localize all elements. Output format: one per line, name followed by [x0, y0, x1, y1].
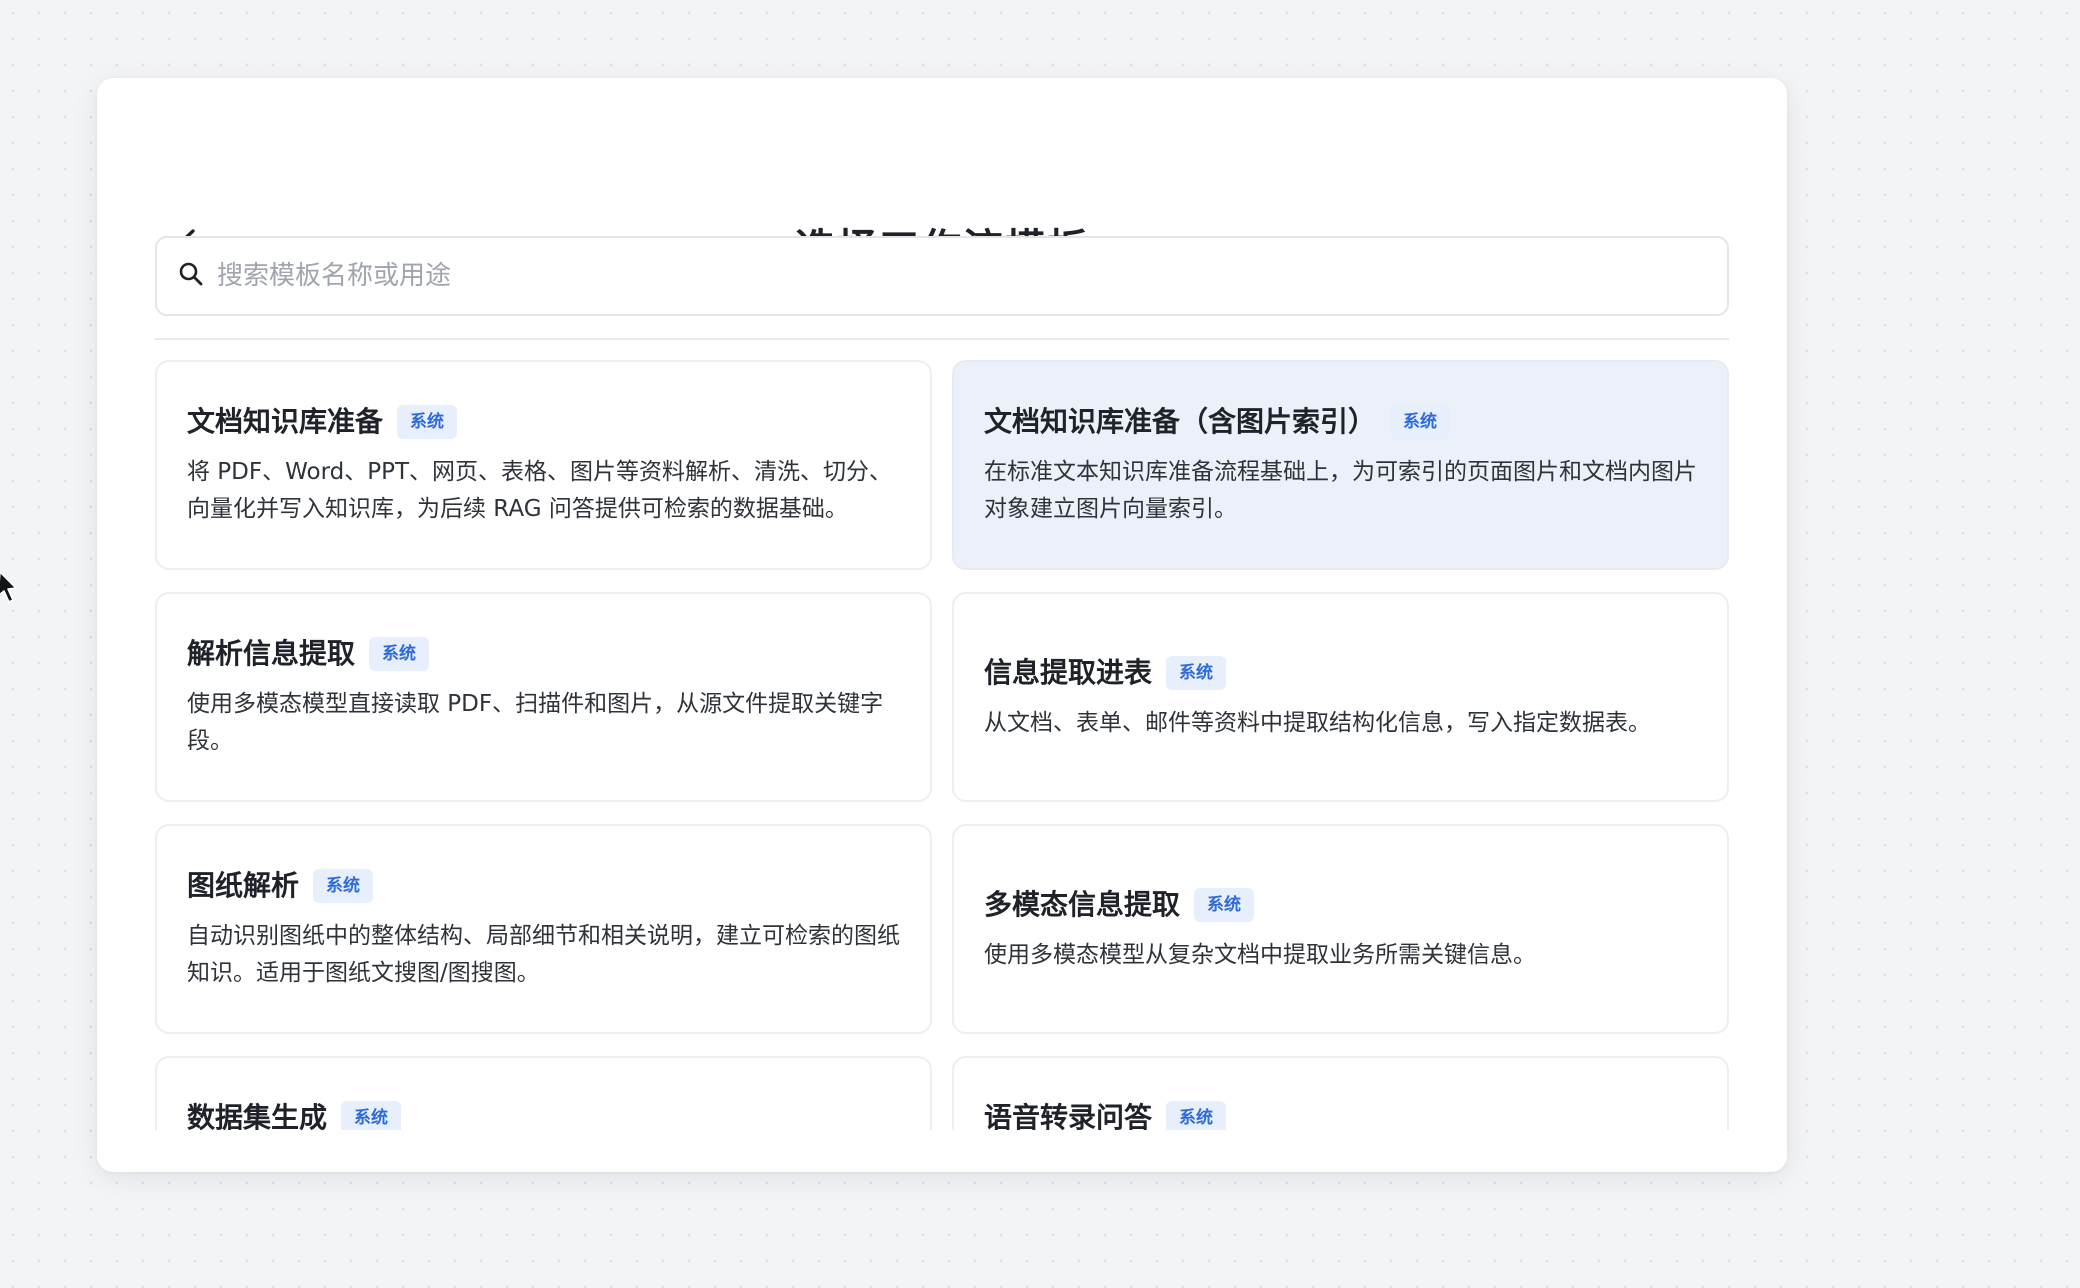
template-title: 信息提取进表	[984, 655, 1153, 689]
mouse-pointer-icon	[0, 571, 17, 603]
template-title: 多模态信息提取	[984, 887, 1181, 921]
search-box[interactable]	[155, 236, 1729, 316]
template-title: 图纸解析	[187, 869, 300, 902]
system-badge: 系统	[1390, 405, 1451, 439]
template-description: 从文档、表单、邮件等资料中提取结构化信息，写入指定数据表。	[984, 709, 1651, 736]
card-header: 多模态信息提取 系统	[984, 885, 1697, 925]
template-card-speech-transcription-qa[interactable]: 语音转录问答 系统	[952, 1056, 1729, 1130]
template-selection-dialog: 返回 选择工作流模板 文档知识库准备 系统 将 PDF、Word、PPT、网页、…	[97, 78, 1787, 1172]
system-badge: 系统	[313, 869, 374, 903]
dialog-header: 返回 选择工作流模板	[97, 78, 1787, 272]
system-badge: 系统	[1166, 655, 1227, 690]
divider	[155, 338, 1729, 340]
template-description: 将 PDF、Word、PPT、网页、表格、图片等资料解析、清洗、切分、向量化并写…	[187, 459, 893, 522]
template-title: 文档知识库准备（含图片索引）	[984, 405, 1377, 438]
template-card-document-kb[interactable]: 文档知识库准备 系统 将 PDF、Word、PPT、网页、表格、图片等资料解析、…	[155, 360, 932, 570]
template-grid: 文档知识库准备 系统 将 PDF、Word、PPT、网页、表格、图片等资料解析、…	[155, 360, 1729, 1130]
template-description: 在标准文本知识库准备流程基础上，为可索引的页面图片和文档内图片对象建立图片向量索…	[984, 459, 1697, 522]
card-header: 解析信息提取 系统	[187, 634, 900, 674]
search-input[interactable]	[215, 245, 1727, 307]
card-header: 图纸解析 系统	[187, 866, 900, 906]
template-title: 数据集生成	[187, 1101, 328, 1130]
card-header: 语音转录问答 系统	[984, 1098, 1697, 1130]
search-icon	[177, 260, 205, 292]
system-badge: 系统	[397, 405, 458, 439]
system-badge: 系统	[1166, 1101, 1227, 1130]
template-card-drawing-parse[interactable]: 图纸解析 系统 自动识别图纸中的整体结构、局部细节和相关说明，建立可检索的图纸知…	[155, 824, 932, 1034]
template-title: 文档知识库准备	[187, 405, 384, 438]
template-description: 使用多模态模型从复杂文档中提取业务所需关键信息。	[984, 941, 1536, 968]
template-title: 语音转录问答	[984, 1101, 1153, 1130]
card-header: 文档知识库准备（含图片索引） 系统	[984, 402, 1697, 442]
template-description: 使用多模态模型直接读取 PDF、扫描件和图片，从源文件提取关键字段。	[187, 691, 884, 754]
template-card-dataset-generation[interactable]: 数据集生成 系统	[155, 1056, 932, 1130]
system-badge: 系统	[341, 1101, 402, 1130]
template-card-extract-to-table[interactable]: 信息提取进表 系统 从文档、表单、邮件等资料中提取结构化信息，写入指定数据表。	[952, 592, 1729, 802]
card-header: 数据集生成 系统	[187, 1098, 900, 1130]
template-card-parse-extract[interactable]: 解析信息提取 系统 使用多模态模型直接读取 PDF、扫描件和图片，从源文件提取关…	[155, 592, 932, 802]
template-card-multimodal-extract[interactable]: 多模态信息提取 系统 使用多模态模型从复杂文档中提取业务所需关键信息。	[952, 824, 1729, 1034]
template-title: 解析信息提取	[187, 637, 356, 670]
template-card-document-kb-image-index[interactable]: 文档知识库准备（含图片索引） 系统 在标准文本知识库准备流程基础上，为可索引的页…	[952, 360, 1729, 570]
template-description: 自动识别图纸中的整体结构、局部细节和相关说明，建立可检索的图纸知识。适用于图纸文…	[187, 923, 900, 986]
system-badge: 系统	[1194, 887, 1255, 922]
card-header: 信息提取进表 系统	[984, 653, 1697, 693]
system-badge: 系统	[369, 637, 430, 671]
card-header: 文档知识库准备 系统	[187, 402, 900, 442]
